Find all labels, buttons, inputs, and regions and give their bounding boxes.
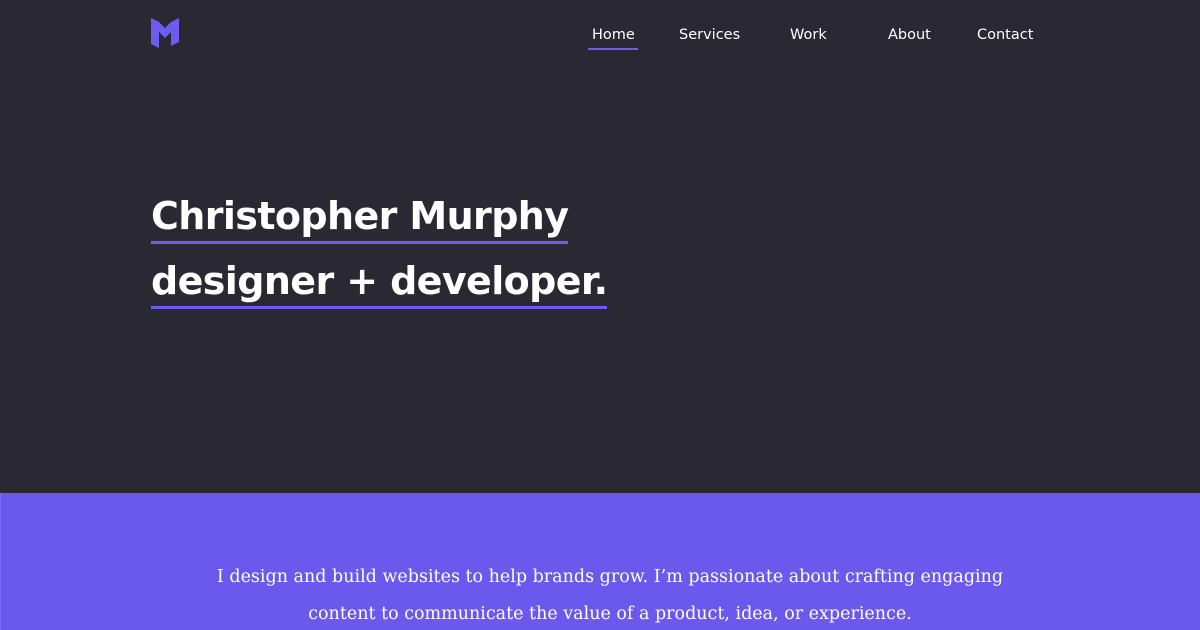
hero-headline: Christopher Murphy designer + developer.	[151, 188, 608, 318]
nav-about-link[interactable]: About	[888, 26, 931, 44]
name-text: Christopher Murphy	[151, 191, 569, 244]
hero-section: Home Services Work About Contact Christo…	[0, 0, 1200, 493]
homepage: Home Services Work About Contact Christo…	[0, 0, 1200, 630]
nav-contact-link[interactable]: Contact	[977, 26, 1033, 44]
main-navigation: Home Services Work About Contact	[0, 0, 1200, 70]
headline-role-line: designer + developer.	[151, 253, 608, 318]
nav-work-link[interactable]: Work	[790, 26, 827, 44]
nav-services-link[interactable]: Services	[679, 26, 740, 44]
intro-section: I design and build websites to help bran…	[0, 493, 1200, 630]
role-text: designer + developer.	[151, 256, 608, 309]
nav-home-link[interactable]: Home	[588, 26, 638, 50]
intro-paragraph: I design and build websites to help bran…	[216, 567, 1004, 624]
headline-name-line: Christopher Murphy	[151, 188, 607, 253]
